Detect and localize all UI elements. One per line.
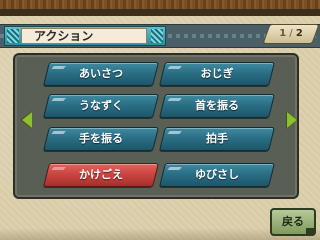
page-total: 2: [295, 28, 303, 39]
action-label: ゆびさし: [195, 168, 239, 181]
page-separator: /: [289, 28, 293, 39]
action-label: 首を振る: [195, 99, 239, 112]
page-title: アクション: [34, 29, 94, 43]
action-button-yubisashi[interactable]: ゆびさし: [159, 163, 275, 187]
title-tab: アクション: [4, 26, 166, 46]
game-screen: アクション 1/2 あいさつ おじぎ うなずく 首を振る 手を振る 拍手 かけご…: [0, 0, 320, 240]
page-current: 1: [279, 28, 287, 39]
top-border-teeth: [0, 9, 320, 19]
back-button[interactable]: 戻る: [270, 208, 316, 236]
top-border-pattern: [0, 0, 320, 9]
title-plate: アクション: [21, 28, 147, 44]
action-button-unazuku[interactable]: うなずく: [43, 94, 159, 118]
action-button-aisatsu[interactable]: あいさつ: [43, 62, 159, 86]
action-label: 拍手: [206, 132, 228, 145]
action-button-te-wo-furu[interactable]: 手を振る: [43, 127, 159, 151]
action-label: 手を振る: [79, 132, 123, 145]
action-button-hakushu[interactable]: 拍手: [159, 127, 275, 151]
action-button-kubi-wo-furu[interactable]: 首を振る: [159, 94, 275, 118]
action-button-ojigi[interactable]: おじぎ: [159, 62, 275, 86]
action-button-kakegoe[interactable]: かけごえ: [43, 163, 159, 187]
action-label: おじぎ: [200, 67, 234, 80]
back-button-corner: [306, 228, 316, 236]
action-label: うなずく: [79, 99, 123, 112]
action-label: かけごえ: [79, 168, 123, 181]
title-ornament-right: [151, 29, 163, 43]
action-label: あいさつ: [79, 67, 123, 80]
page-indicator: 1/2: [262, 24, 320, 44]
left-arrow-icon[interactable]: [22, 112, 32, 128]
right-arrow-icon[interactable]: [287, 112, 297, 128]
title-ornament-left: [7, 29, 19, 43]
